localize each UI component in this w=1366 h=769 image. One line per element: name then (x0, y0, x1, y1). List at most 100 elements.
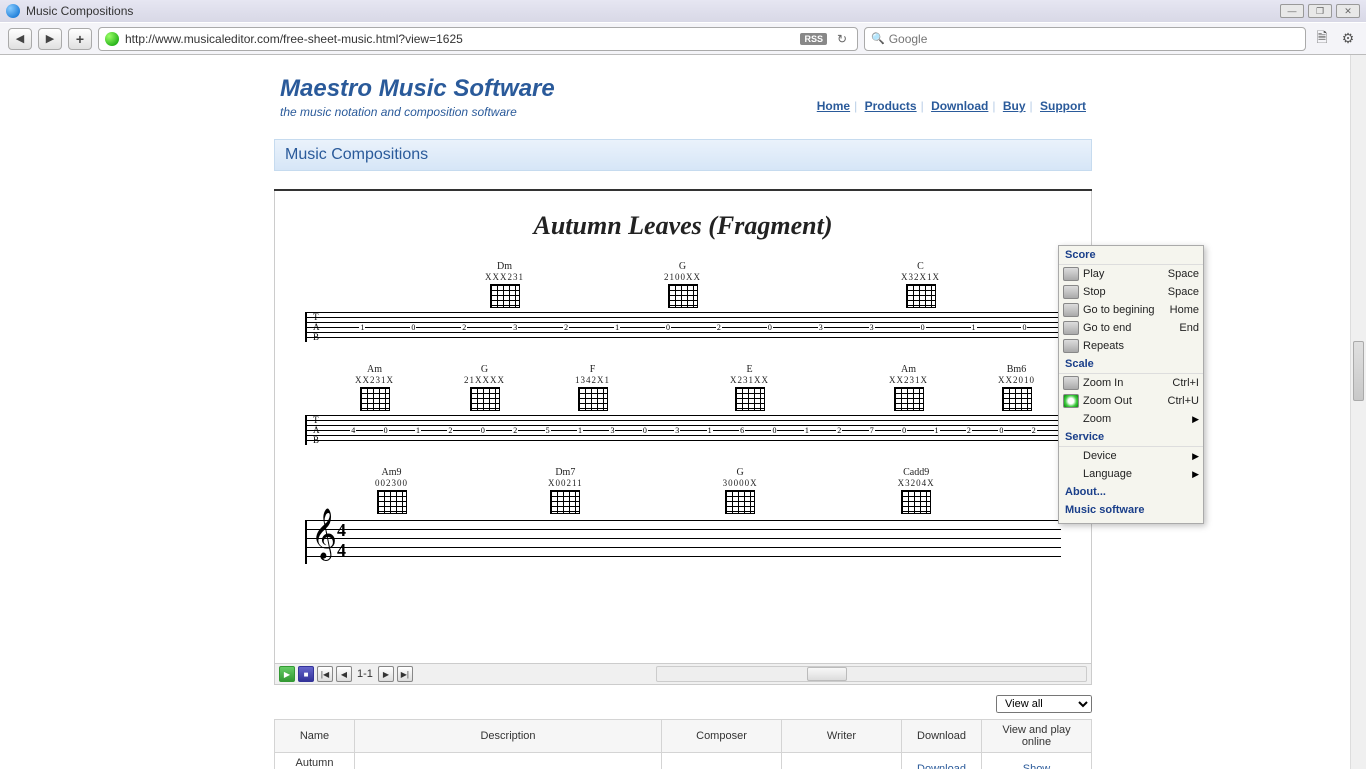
page: Maestro Music Software the music notatio… (274, 55, 1092, 769)
panel-go-end[interactable]: Go to endEnd (1059, 319, 1203, 337)
chord-g3: G30000X (723, 467, 758, 514)
cell-download: Download (902, 753, 982, 769)
filter-row: View all (274, 695, 1092, 713)
chord-group-1: DmXXX231 G2100XX CX32X1X (485, 261, 1061, 308)
stop-button[interactable]: ■ (298, 666, 314, 682)
chord-g2: G21XXXX (464, 364, 505, 411)
url-bar[interactable]: RSS ↻ (98, 27, 858, 51)
site-header: Maestro Music Software the music notatio… (274, 65, 1092, 133)
browser-favicon-icon (6, 4, 20, 18)
page-display: 1-1 (357, 668, 373, 680)
chord-am2: AmXX231X (889, 364, 928, 411)
panel-play[interactable]: PlaySpace (1059, 265, 1203, 283)
table-header-row: Name Description Composer Writer Downloa… (275, 720, 1092, 753)
forward-button[interactable]: ▶ (38, 28, 62, 50)
tab-staff-2: TAB 4012025130316012701202 (305, 415, 1061, 445)
gear-icon[interactable]: ⚙ (1338, 29, 1358, 49)
download-link[interactable]: Download (917, 763, 966, 769)
chord-c: CX32X1X (901, 261, 940, 308)
search-bar[interactable]: 🔍 (864, 27, 1306, 51)
chord-diagram-icon (550, 490, 580, 514)
col-writer: Writer (782, 720, 902, 753)
minimize-button[interactable]: — (1280, 4, 1304, 18)
panel-service-header: Service (1059, 428, 1203, 447)
play-button[interactable]: ▶ (279, 666, 295, 682)
chord-diagram-icon (377, 490, 407, 514)
panel-music-software[interactable]: Music software (1059, 501, 1203, 519)
panel-language[interactable]: Language▶ (1059, 465, 1203, 483)
chord-diagram-icon (578, 387, 608, 411)
col-download: Download (902, 720, 982, 753)
nav-buy[interactable]: Buy (1003, 99, 1026, 113)
chord-bm6: Bm6XX2010 (998, 364, 1035, 411)
back-button[interactable]: ◀ (8, 28, 32, 50)
horizontal-scrollbar[interactable] (656, 666, 1087, 682)
panel-device[interactable]: Device▶ (1059, 447, 1203, 465)
cell-composer (662, 753, 782, 769)
chord-group-3: Am9002300 Dm7X00211 G30000X Cadd9X3204X (375, 467, 1061, 514)
chord-g: G2100XX (664, 261, 701, 308)
first-page-button[interactable]: |◀ (317, 666, 333, 682)
panel-zoom-in[interactable]: Zoom InCtrl+I (1059, 374, 1203, 392)
stop-icon (1063, 285, 1079, 299)
chord-diagram-icon (1002, 387, 1032, 411)
prev-page-button[interactable]: ◀ (336, 666, 352, 682)
chord-diagram-icon (901, 490, 931, 514)
chord-diagram-icon (470, 387, 500, 411)
view-filter-select[interactable]: View all (996, 695, 1092, 713)
nav-products[interactable]: Products (865, 99, 917, 113)
chord-diagram-icon (360, 387, 390, 411)
browser-toolbar: ◀ ▶ + RSS ↻ 🔍 🗎 ⚙ (0, 22, 1366, 54)
cell-view: Show (982, 753, 1092, 769)
title-bar: Music Compositions — ❐ ✕ (0, 0, 1366, 22)
col-name: Name (275, 720, 355, 753)
player-controls: ▶ ■ |◀ ◀ 1-1 ▶ ▶| (274, 663, 1092, 685)
chord-diagram-icon (668, 284, 698, 308)
browser-chrome: Music Compositions — ❐ ✕ ◀ ▶ + RSS ↻ 🔍 🗎… (0, 0, 1366, 55)
last-page-button[interactable]: ▶| (397, 666, 413, 682)
maximize-button[interactable]: ❐ (1308, 4, 1332, 18)
panel-about[interactable]: About... (1059, 483, 1203, 501)
chevron-right-icon: ▶ (1192, 469, 1199, 480)
zoom-in-icon (1063, 376, 1079, 390)
main-scrollbar[interactable] (1350, 55, 1366, 769)
url-input[interactable] (125, 32, 794, 46)
score-control-panel: Score PlaySpace StopSpace Go to begining… (1058, 245, 1204, 524)
panel-stop[interactable]: StopSpace (1059, 283, 1203, 301)
play-icon (1063, 267, 1079, 281)
panel-repeats[interactable]: Repeats (1059, 337, 1203, 355)
chord-diagram-icon (906, 284, 936, 308)
chord-group-2: AmXX231X G21XXXX F1342X1 EX231XX AmXX231… (355, 364, 1061, 411)
scrollbar-thumb[interactable] (807, 667, 847, 681)
cell-name: Autumn Leaves (275, 753, 355, 769)
tab-label: TAB (313, 415, 320, 445)
col-view: View and play online (982, 720, 1092, 753)
site-name: Maestro Music Software (280, 75, 555, 103)
close-button[interactable]: ✕ (1336, 4, 1360, 18)
page-menu-icon[interactable]: 🗎 (1312, 29, 1332, 49)
show-link[interactable]: Show (1023, 763, 1051, 769)
chord-diagram-icon (894, 387, 924, 411)
panel-go-beginning[interactable]: Go to beginingHome (1059, 301, 1203, 319)
panel-zoom[interactable]: Zoom▶ (1059, 410, 1203, 428)
reload-button[interactable]: ↻ (833, 32, 851, 46)
scrollbar-thumb[interactable] (1353, 341, 1364, 401)
nav-support[interactable]: Support (1040, 99, 1086, 113)
time-signature: 44 (337, 520, 346, 560)
nav-home[interactable]: Home (817, 99, 850, 113)
next-page-button[interactable]: ▶ (378, 666, 394, 682)
panel-zoom-out[interactable]: Zoom OutCtrl+U (1059, 392, 1203, 410)
score-viewer: Autumn Leaves (Fragment) DmXXX231 G2100X… (274, 189, 1092, 685)
site-nav: Home| Products| Download| Buy| Support (817, 99, 1086, 119)
tab-notes: 10232102033010 (337, 310, 1050, 344)
table-row: Autumn Leaves Download Show (275, 753, 1092, 769)
search-input[interactable] (889, 32, 1299, 46)
tab-staff-1: TAB 10232102033010 (305, 312, 1061, 342)
chord-f: F1342X1 (575, 364, 610, 411)
add-tab-button[interactable]: + (68, 28, 92, 50)
chord-dm7: Dm7X00211 (548, 467, 583, 514)
nav-download[interactable]: Download (931, 99, 988, 113)
rss-badge[interactable]: RSS (800, 33, 827, 45)
score-area[interactable]: Autumn Leaves (Fragment) DmXXX231 G2100X… (274, 191, 1092, 663)
score-title: Autumn Leaves (Fragment) (305, 211, 1061, 241)
